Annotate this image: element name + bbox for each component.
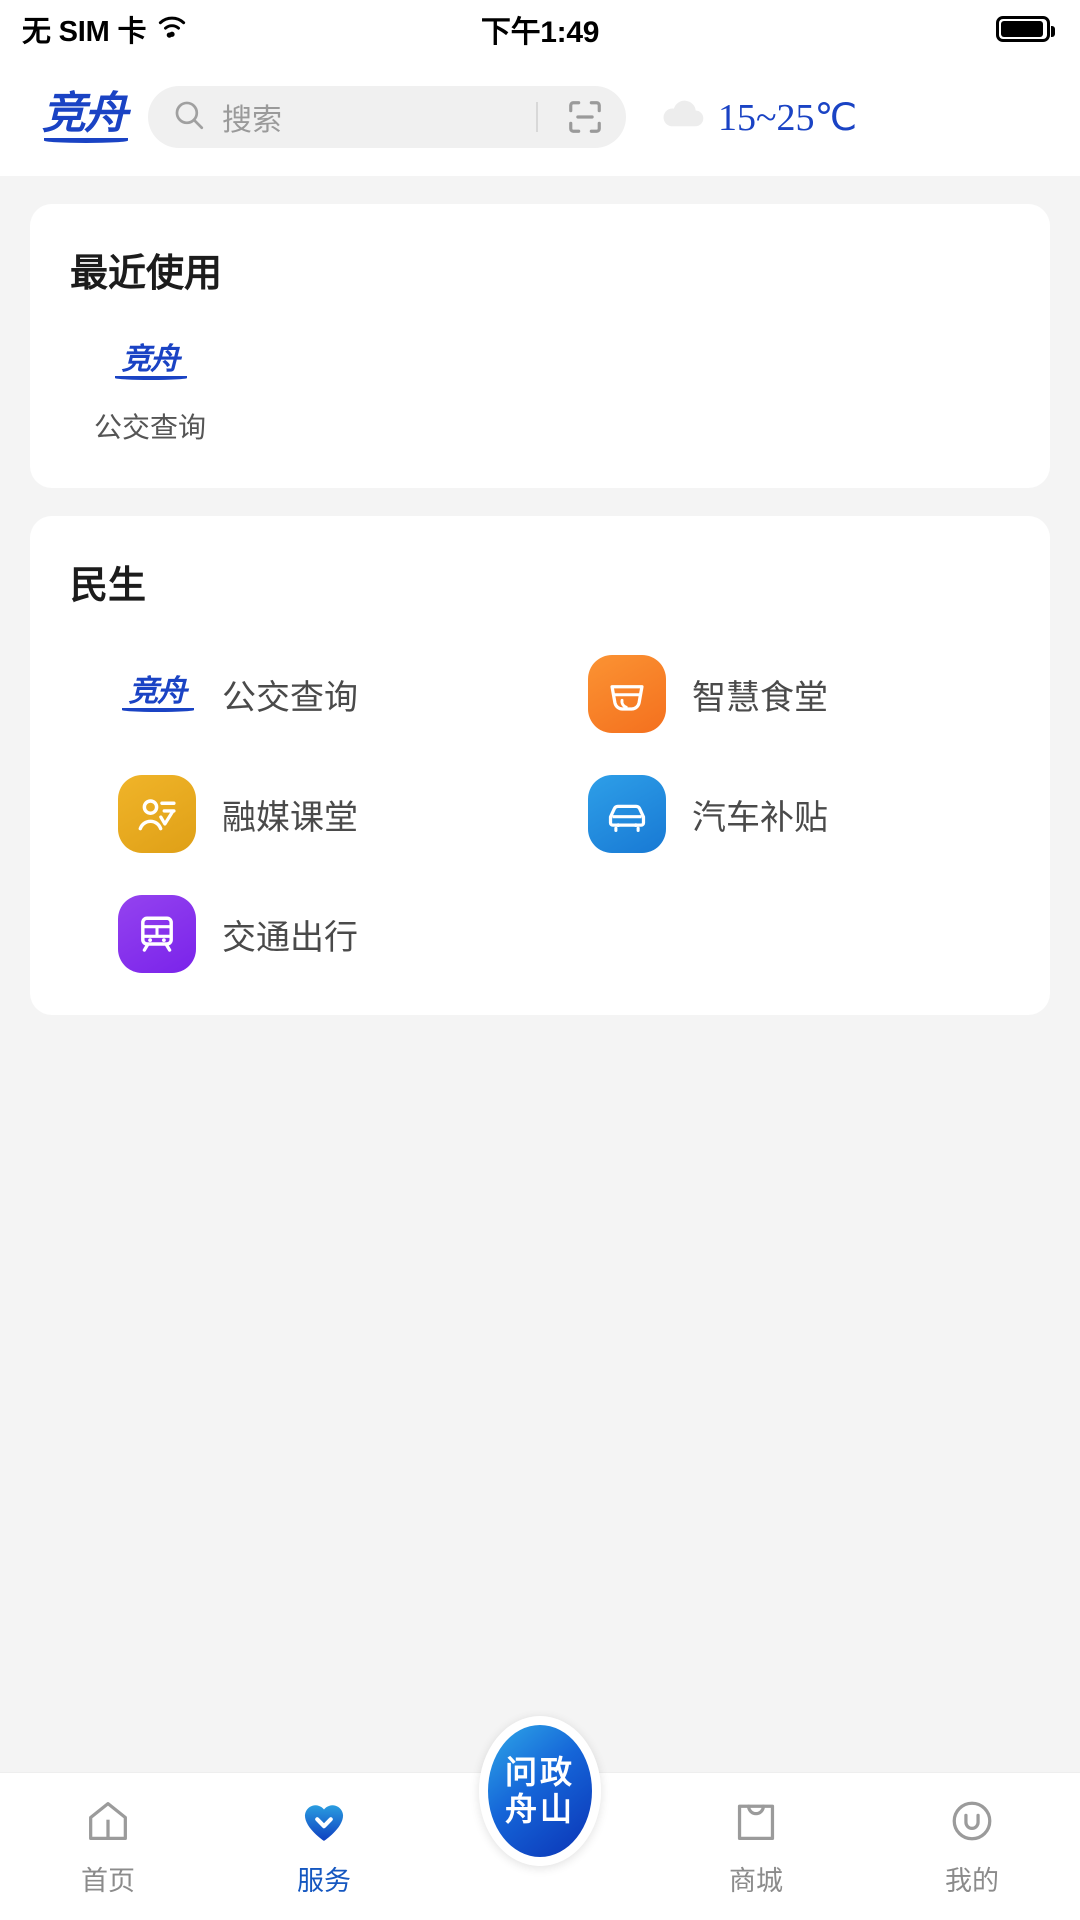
tab-label: 商城 [729,1866,783,1896]
tab-services[interactable]: 服务 [216,1795,432,1898]
shopping-bag-icon [730,1795,782,1847]
temperature-label: 15~25℃ [718,96,858,139]
services-grid: 竞舟 公交查询 智慧食堂 融媒课堂 汽车补贴 交通出行 [70,655,1010,973]
fab-line-2: 舟山 [504,1791,575,1827]
service-item-smart-canteen[interactable]: 智慧食堂 [540,655,1010,733]
jingzhou-bus-logo-icon: 竞舟 [111,345,189,380]
search-placeholder: 搜索 [222,104,282,137]
jingzhou-bus-logo-icon: 竞舟 [118,676,196,712]
status-bar: 无 SIM 卡 下午1:49 [0,0,1080,58]
fab-line-1: 问政 [504,1753,575,1790]
recent-used-card: 最近使用 竞舟 公交查询 [30,204,1050,488]
service-item-bus-query[interactable]: 竞舟 公交查询 [70,655,540,733]
list-item-label: 公交查询 [93,413,206,444]
bowl-icon [588,655,666,733]
services-card: 民生 竞舟 公交查询 智慧食堂 融媒课堂 汽车补贴 交通出行 [30,516,1050,1015]
recent-items-list: 竞舟 公交查询 [70,345,1010,446]
recent-card-title: 最近使用 [70,253,223,295]
main-content: 最近使用 竞舟 公交查询 民生 竞舟 公交查询 智慧食堂 融媒课堂 汽车补贴 交… [0,204,1080,1015]
profile-icon [946,1795,998,1847]
search-input[interactable]: 搜索 [148,86,626,148]
wenzheng-zhoushan-button[interactable]: 问政 舟山 [479,1716,601,1866]
service-item-media-class[interactable]: 融媒课堂 [70,775,540,853]
search-divider [536,102,538,132]
person-check-icon [118,775,196,853]
app-header: 竞舟 搜索 15~25℃ [0,58,1080,176]
carrier-label: 无 SIM 卡 [22,16,147,48]
scan-icon[interactable] [566,98,604,136]
bottom-tab-bar: 首页 服务 商城 我的 问政 舟山 [0,1716,1080,1920]
tab-mall[interactable]: 商城 [648,1795,864,1898]
tab-label: 服务 [297,1866,351,1896]
service-item-label: 公交查询 [222,679,358,717]
tab-profile[interactable]: 我的 [864,1795,1080,1898]
service-item-label: 汽车补贴 [692,799,828,837]
tab-label: 首页 [81,1866,135,1896]
service-item-label: 交通出行 [222,919,358,957]
cloud-icon [656,95,712,140]
clock-label: 下午1:49 [480,16,600,49]
service-item-label: 智慧食堂 [692,679,828,717]
train-icon [118,895,196,973]
tab-label: 我的 [945,1866,999,1896]
list-item[interactable]: 竞舟 公交查询 [70,345,230,446]
services-card-title: 民生 [70,565,147,607]
service-item-label: 融媒课堂 [222,799,358,837]
battery-icon [996,16,1055,42]
search-icon [172,98,206,137]
status-bar-left: 无 SIM 卡 [22,8,189,50]
jingzhou-logo[interactable]: 竞舟 [42,91,128,143]
heart-check-icon [298,1795,350,1847]
wifi-icon [155,14,189,44]
weather-widget[interactable]: 15~25℃ [656,95,857,140]
app-screen: 无 SIM 卡 下午1:49 竞舟 搜索 15~25℃ 最近使用 竞舟 公交查询… [0,0,1080,1920]
car-icon [588,775,666,853]
service-item-car-subsidy[interactable]: 汽车补贴 [540,775,1010,853]
service-item-transport[interactable]: 交通出行 [70,895,540,973]
tab-home[interactable]: 首页 [0,1795,216,1898]
home-icon [82,1795,134,1847]
